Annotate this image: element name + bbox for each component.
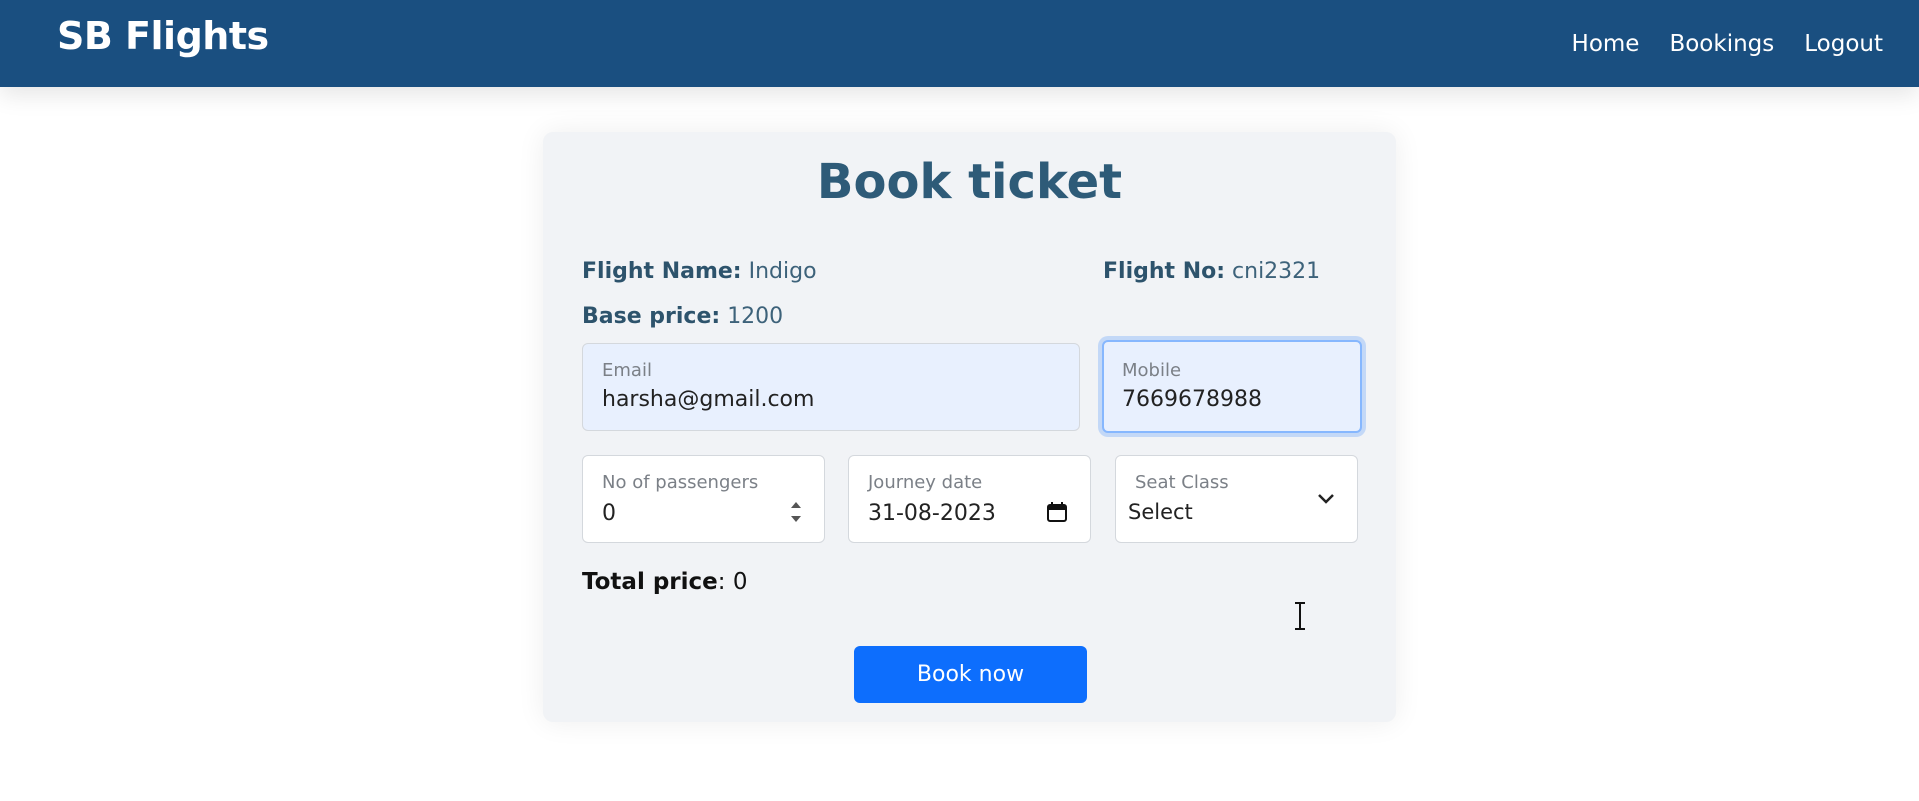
journey-date-value: 31-08-2023	[868, 501, 996, 526]
total-price-value: 0	[732, 569, 748, 595]
journey-date-label: Journey date	[868, 472, 983, 493]
top-navbar: SB Flights Home Bookings Logout	[0, 0, 1919, 87]
base-price-info: Base price: 1200	[582, 304, 783, 329]
passengers-stepper[interactable]	[786, 498, 806, 526]
seat-class-label: Seat Class	[1135, 472, 1229, 493]
flight-name-value: Indigo	[748, 259, 817, 284]
mobile-field[interactable]: Mobile 7669678988	[1102, 340, 1362, 433]
passengers-field[interactable]: No of passengers 0	[582, 455, 825, 543]
nav-links: Home Bookings Logout	[1572, 0, 1919, 87]
brand-logo[interactable]: SB Flights	[57, 14, 269, 58]
page-title: Book ticket	[816, 154, 1123, 210]
passengers-label: No of passengers	[602, 472, 759, 493]
nav-link-logout[interactable]: Logout	[1804, 31, 1883, 57]
base-price-label: Base price:	[582, 304, 721, 329]
book-now-button[interactable]: Book now	[854, 646, 1087, 703]
flight-no-label: Flight No:	[1103, 259, 1226, 284]
total-price-label: Total price	[582, 569, 718, 595]
chevron-down-icon	[1318, 494, 1334, 504]
stepper-down-icon[interactable]	[791, 516, 801, 522]
base-price-value: 1200	[727, 304, 784, 329]
flight-no-info: Flight No: cni2321	[1103, 259, 1320, 284]
mobile-label: Mobile	[1122, 360, 1182, 381]
flight-no-value: cni2321	[1232, 259, 1321, 284]
mobile-value: 7669678988	[1122, 387, 1262, 412]
journey-date-field[interactable]: Journey date 31-08-2023	[848, 455, 1091, 543]
nav-link-bookings[interactable]: Bookings	[1669, 31, 1774, 57]
seat-class-value: Select	[1128, 500, 1193, 524]
booking-card: Book ticket Flight Name: Indigo Flight N…	[543, 132, 1396, 722]
text-cursor-icon	[1295, 602, 1305, 630]
flight-name-label: Flight Name:	[582, 259, 742, 284]
calendar-icon[interactable]	[1046, 501, 1068, 523]
stepper-up-icon[interactable]	[791, 502, 801, 508]
email-value: harsha@gmail.com	[602, 387, 815, 412]
seat-class-select[interactable]: Seat Class Select	[1115, 455, 1358, 543]
nav-link-home[interactable]: Home	[1572, 31, 1640, 57]
email-field[interactable]: Email harsha@gmail.com	[582, 343, 1080, 431]
email-label: Email	[602, 360, 652, 381]
total-price: Total price: 0	[582, 569, 748, 595]
passengers-value: 0	[602, 501, 616, 526]
flight-name-info: Flight Name: Indigo	[582, 259, 817, 284]
